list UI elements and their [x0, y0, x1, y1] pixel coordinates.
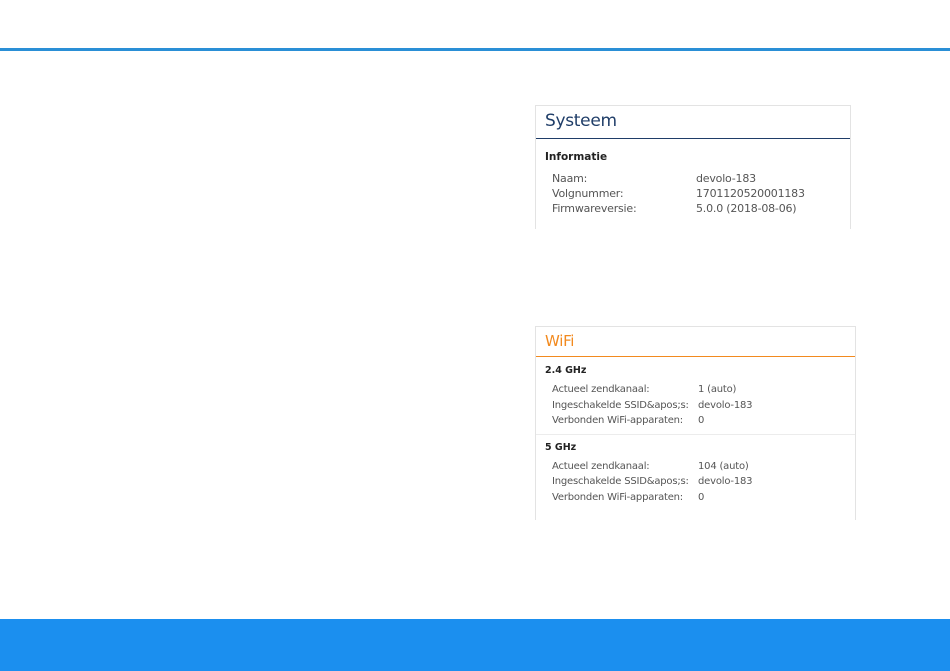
info-row-serial: Volgnummer: 1701120520001183: [536, 187, 850, 202]
wifi-value: 0: [698, 415, 705, 426]
wifi-value: 1 (auto): [698, 384, 737, 395]
band-title: 2.4 GHz: [545, 365, 587, 376]
info-value: 1701120520001183: [696, 187, 805, 200]
wifi-card-title: WiFi: [536, 327, 855, 357]
wifi-label: Actueel zendkanaal:: [552, 460, 650, 472]
wifi-row-devices: Verbonden WiFi-apparaten: 0: [536, 415, 855, 431]
info-value: 5.0.0 (2018-08-06): [696, 202, 797, 215]
wifi-band-5ghz: 5 GHz Actueel zendkanaal: 104 (auto) Ing…: [536, 442, 855, 508]
info-value: devolo-183: [696, 172, 756, 185]
band-divider: [536, 433, 855, 435]
wifi-label: Verbonden WiFi-apparaten:: [552, 491, 683, 503]
wifi-value: 104 (auto): [698, 460, 749, 472]
system-section-title: Informatie: [545, 151, 608, 163]
info-row-name: Naam: devolo-183: [536, 172, 850, 187]
wifi-value: devolo-183: [698, 476, 753, 487]
wifi-label: Verbonden WiFi-apparaten:: [552, 415, 683, 426]
info-label: Naam:: [552, 172, 588, 185]
wifi-row-channel: Actueel zendkanaal: 104 (auto): [536, 461, 855, 477]
wifi-row-channel: Actueel zendkanaal: 1 (auto): [536, 384, 855, 400]
info-label: Volgnummer:: [552, 187, 624, 200]
wifi-band-24ghz: 2.4 GHz Actueel zendkanaal: 1 (auto) Ing…: [536, 365, 855, 431]
wifi-label: Ingeschakelde SSID&apos;s:: [552, 399, 689, 411]
info-label: Firmwareversie:: [552, 202, 637, 215]
info-row-firmware: Firmwareversie: 5.0.0 (2018-08-06): [536, 202, 850, 217]
footer-band: [0, 619, 950, 671]
wifi-label: Ingeschakelde SSID&apos;s:: [552, 476, 689, 487]
wifi-label: Actueel zendkanaal:: [552, 384, 650, 395]
wifi-value: devolo-183: [698, 399, 753, 411]
wifi-row-devices: Verbonden WiFi-apparaten: 0: [536, 492, 855, 508]
header-divider: [0, 48, 950, 51]
page: Systeem Informatie Naam: devolo-183 Volg…: [0, 0, 950, 671]
wifi-card: WiFi 2.4 GHz Actueel zendkanaal: 1 (auto…: [535, 326, 856, 520]
wifi-row-ssids: Ingeschakelde SSID&apos;s: devolo-183: [536, 476, 855, 492]
system-card-title: Systeem: [536, 106, 850, 139]
wifi-row-ssids: Ingeschakelde SSID&apos;s: devolo-183: [536, 400, 855, 416]
band-title: 5 GHz: [545, 441, 577, 453]
wifi-value: 0: [698, 491, 705, 503]
system-card: Systeem Informatie Naam: devolo-183 Volg…: [535, 105, 851, 229]
